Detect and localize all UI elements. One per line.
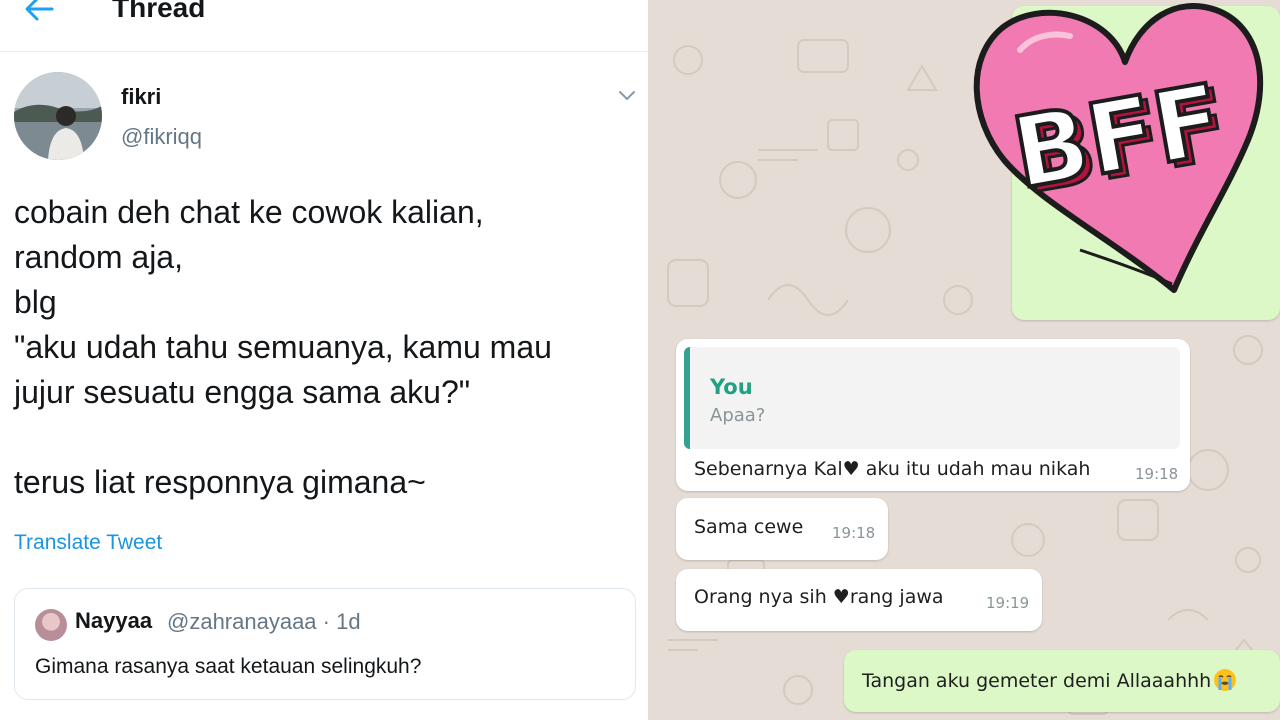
reply-text: Apaa? [710, 405, 766, 426]
tweet-line: terus liat responnya gimana~ [14, 464, 426, 500]
message-text: Orang nya sih ♥rang jawa [694, 586, 944, 608]
author-handle[interactable]: @fikriqq [121, 124, 202, 150]
tweet-body: cobain deh chat ke cowok kalian, random … [14, 190, 644, 505]
message-text-content: Tangan aku gemeter demi Allaaahhh [862, 670, 1212, 692]
reply-author: You [710, 375, 753, 399]
quote-author-name: Nayyaa [75, 608, 153, 633]
thread-header: Thread [0, 0, 648, 52]
back-arrow-icon[interactable] [22, 0, 56, 24]
message-text: Sama cewe [694, 516, 804, 538]
loudly-crying-face-icon [1214, 669, 1237, 691]
author-avatar[interactable] [14, 72, 102, 160]
incoming-reply-message[interactable]: You Apaa? Sebenarnya Kal♥ aku itu udah m… [676, 339, 1190, 491]
tweet-line: random aja, [14, 239, 183, 275]
message-text: Tangan aku gemeter demi Allaaahhh [862, 668, 1237, 692]
message-time: 19:18 [1135, 465, 1179, 483]
incoming-message[interactable]: Sama cewe 19:18 [676, 498, 888, 560]
message-text: Sebenarnya Kal♥ aku itu udah mau nikah [694, 458, 1091, 480]
chevron-down-icon[interactable] [616, 86, 638, 106]
outgoing-message[interactable]: Tangan aku gemeter demi Allaaahhh [844, 650, 1280, 712]
author-name[interactable]: fikri [121, 84, 161, 110]
message-time: 19:18 [832, 524, 876, 542]
bff-sticker-message[interactable]: BFF BFF [960, 0, 1280, 320]
tweet-line: jujur sesuatu engga sama aku?" [14, 374, 471, 410]
quote-author-handle: @zahranayaaa · 1d [167, 609, 361, 634]
incoming-message[interactable]: Orang nya sih ♥rang jawa 19:19 [676, 569, 1042, 631]
tweet-line: blg [14, 284, 57, 320]
quoted-tweet-card[interactable]: Nayyaa @zahranayaaa · 1d Gimana rasanya … [14, 588, 636, 700]
message-time: 19:19 [986, 594, 1030, 612]
quote-author-avatar [35, 609, 67, 641]
quoted-reply-preview[interactable]: You Apaa? [684, 347, 1180, 449]
reply-accent-bar [684, 347, 690, 449]
thread-title: Thread [112, 0, 206, 23]
quote-text: Gimana rasanya saat ketauan selingkuh? [35, 655, 422, 678]
translate-tweet-link[interactable]: Translate Tweet [14, 531, 162, 555]
tweet-line: "aku udah tahu semuanya, kamu mau [14, 329, 552, 365]
bff-heart-sticker: BFF BFF [973, 3, 1264, 293]
tweet-line: cobain deh chat ke cowok kalian, [14, 194, 484, 230]
whatsapp-chat-panel: BFF BFF You Apaa? Sebenarnya Kal♥ aku it… [648, 0, 1280, 720]
twitter-thread-panel: Thread fikri @fikriqq cobain deh chat ke… [0, 0, 648, 720]
